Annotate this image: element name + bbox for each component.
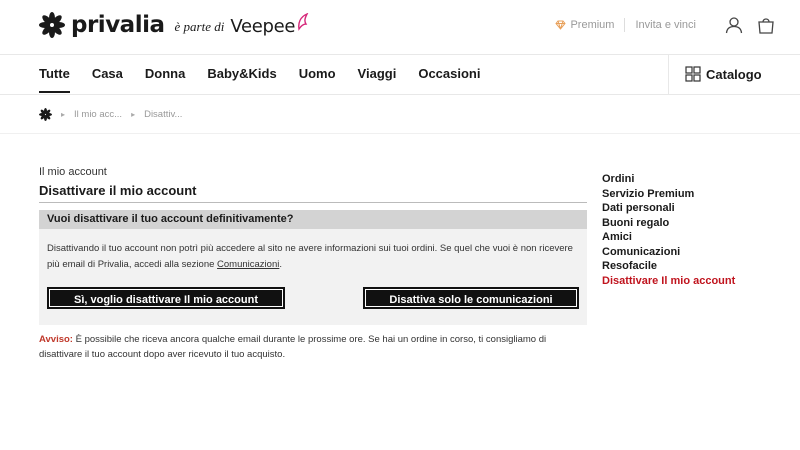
logo[interactable]: privalia è parte di Veepee xyxy=(39,12,310,38)
sidebar-item-orders[interactable]: Ordini xyxy=(602,172,735,187)
account-sidebar: Ordini Servizio Premium Dati personali B… xyxy=(602,172,735,288)
catalog-button[interactable]: Catalogo xyxy=(668,54,780,94)
header: privalia è parte di Veepee Premium Invit… xyxy=(0,0,800,54)
premium-link[interactable]: Premium xyxy=(555,19,614,31)
divider xyxy=(0,94,800,95)
breadcrumb: ▸ Il mio acc... ▸ Disattiv... xyxy=(39,106,182,122)
sidebar-item-communications[interactable]: Comunicazioni xyxy=(602,245,735,260)
brand-part-of: è parte di xyxy=(174,19,225,34)
chevron-right-icon: ▸ xyxy=(131,109,136,119)
nav-item-viaggi[interactable]: Viaggi xyxy=(358,55,397,93)
main-content: Il mio account Disattivare il mio accoun… xyxy=(39,166,587,362)
sidebar-item-personal-data[interactable]: Dati personali xyxy=(602,201,735,216)
brand-name: privalia xyxy=(71,12,165,38)
butterfly-icon xyxy=(298,13,309,31)
sidebar-item-gift-cards[interactable]: Buoni regalo xyxy=(602,216,735,231)
page-title: Disattivare il mio account xyxy=(39,183,587,203)
top-links: Premium Invita e vinci xyxy=(555,14,776,36)
breadcrumb-item-account[interactable]: Il mio acc... xyxy=(74,109,122,120)
nav-item-uomo[interactable]: Uomo xyxy=(299,55,336,93)
user-icon xyxy=(725,17,743,34)
communications-link[interactable]: Comunicazioni xyxy=(217,259,279,270)
divider xyxy=(0,133,800,134)
partner-name: Veepee xyxy=(230,15,296,37)
warning-text: È possibile che riceva ancora qualche em… xyxy=(39,334,547,360)
cart-button[interactable] xyxy=(756,15,776,35)
nav-item-baby-kids[interactable]: Baby&Kids xyxy=(207,55,276,93)
info-box: Disattivando il tuo account non potrì pi… xyxy=(39,229,587,325)
sidebar-item-friends[interactable]: Amici xyxy=(602,230,735,245)
invite-link[interactable]: Invita e vinci xyxy=(635,19,696,31)
main-nav: Tutte Casa Donna Baby&Kids Uomo Viaggi O… xyxy=(39,55,502,93)
warning-label: Avviso: xyxy=(39,334,73,345)
button-row: Sì, voglio disattivare Il mio account Di… xyxy=(47,287,579,309)
info-body: Disattivando il tuo account non potrì pi… xyxy=(47,243,573,270)
question-heading: Vuoi disattivare il tuo account definiti… xyxy=(39,210,587,229)
sidebar-item-premium[interactable]: Servizio Premium xyxy=(602,187,735,202)
shopping-bag-icon xyxy=(758,18,774,34)
nav-item-donna[interactable]: Donna xyxy=(145,55,185,93)
chevron-right-icon: ▸ xyxy=(61,109,66,119)
warning-notice: Avviso: È possibile che riceva ancora qu… xyxy=(39,332,587,362)
catalog-label: Catalogo xyxy=(706,66,762,82)
breadcrumb-item-deactivate: Disattiv... xyxy=(144,108,183,120)
nav-item-tutte[interactable]: Tutte xyxy=(39,55,70,93)
sidebar-item-deactivate[interactable]: Disattivare Il mio account xyxy=(602,274,735,289)
deactivate-communications-button[interactable]: Disattiva solo le comunicazioni xyxy=(363,287,579,309)
nav-item-casa[interactable]: Casa xyxy=(92,55,123,93)
diamond-icon xyxy=(555,20,567,30)
info-end: . xyxy=(279,259,282,270)
sidebar-item-returns[interactable]: Resofacile xyxy=(602,259,735,274)
section-label: Il mio account xyxy=(39,166,107,178)
deactivate-account-button[interactable]: Sì, voglio disattivare Il mio account xyxy=(47,287,285,309)
info-text: Disattivando il tuo account non potrì pi… xyxy=(47,241,579,273)
premium-label: Premium xyxy=(570,19,615,31)
home-flower-icon[interactable] xyxy=(39,107,52,121)
grid-icon xyxy=(685,66,701,82)
divider xyxy=(624,18,626,32)
nav-item-occasioni[interactable]: Occasioni xyxy=(418,55,480,93)
privalia-flower-icon xyxy=(39,12,65,38)
account-button[interactable] xyxy=(724,15,744,35)
